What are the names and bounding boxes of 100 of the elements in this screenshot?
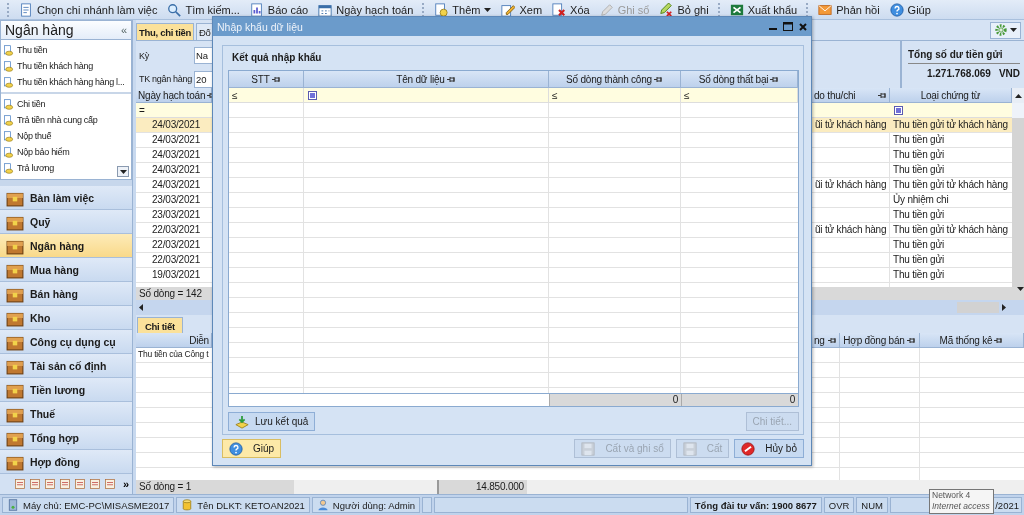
column-header[interactable]: ng	[812, 333, 840, 348]
module-button[interactable]: Bán hàng	[0, 282, 132, 306]
column-header[interactable]: Ngày hạch toán	[136, 88, 212, 103]
task-item[interactable]: Thu tiền khách hàng hàng l...	[1, 74, 125, 90]
panel-title: Ngân hàng	[5, 22, 74, 38]
filter-field[interactable]: =	[136, 103, 212, 118]
filter-field[interactable]: ≤	[229, 88, 304, 103]
total-cell: 0	[549, 394, 681, 406]
user-icon	[316, 499, 329, 511]
toolbar-button[interactable]: Tìm kiếm...	[163, 0, 244, 19]
dialog-title: Nhập khẩu dữ liệu	[217, 20, 303, 33]
filter-field[interactable]	[304, 88, 549, 103]
task-item[interactable]: Trả lương	[1, 160, 54, 176]
toolbar-button[interactable]: Báo cáo	[245, 0, 313, 19]
filter-checkbox[interactable]	[308, 91, 317, 100]
table-cell-text: 22/03/2021	[151, 223, 202, 237]
input-field[interactable]: 20	[193, 70, 212, 88]
pin-icon[interactable]	[994, 336, 1004, 344]
small-document-icon	[74, 478, 86, 490]
tab[interactable]: Thu, chi tiền	[136, 23, 195, 40]
task-item[interactable]: Thu tiền khách hàng	[1, 58, 93, 74]
filter-field[interactable]: ≤	[549, 88, 681, 103]
add-icon	[434, 2, 449, 17]
toolbar-button[interactable]: Chọn chi nhánh làm việc	[15, 0, 162, 19]
collapse-button[interactable]: «	[120, 24, 127, 36]
more-button[interactable]: »	[123, 478, 130, 490]
pin-icon[interactable]	[770, 75, 780, 83]
small-document-icon	[59, 478, 71, 490]
help-button[interactable]: Giúp	[222, 439, 282, 458]
task-item[interactable]: Chi tiền	[1, 96, 46, 112]
toolbar-button[interactable]: Phản hồi	[814, 0, 884, 19]
total-cell: 0	[681, 394, 798, 406]
scroll-down-button[interactable]	[117, 166, 129, 177]
table-cell-text: 22/03/2021	[151, 253, 202, 267]
report-icon	[249, 2, 264, 17]
currency: VND	[998, 68, 1020, 79]
document-icon	[3, 146, 14, 158]
module-button[interactable]: Kho	[0, 306, 132, 330]
filter-operator[interactable]: ≤	[229, 88, 241, 102]
column-header[interactable]: Số dòng thành công	[549, 71, 681, 88]
scrollbar-thumb[interactable]	[957, 302, 999, 313]
module-button[interactable]: Tiền lương	[0, 378, 132, 402]
toolbar-button[interactable]: Giúp	[885, 0, 935, 19]
table-cell-text: Thu tiền gửi	[892, 268, 945, 282]
module-button[interactable]: Quỹ	[0, 210, 132, 234]
cancel-icon	[741, 441, 756, 456]
column-header[interactable]: Tên dữ liệu	[304, 71, 549, 88]
column-header[interactable]: Hợp đồng bán	[840, 333, 920, 348]
maximize-icon[interactable]	[783, 22, 793, 31]
table-cell-text: Thu tiền gửi	[892, 148, 945, 162]
column-header[interactable]: Số dòng thất bại	[681, 71, 798, 88]
close-icon[interactable]	[799, 22, 807, 31]
settings-button[interactable]	[990, 21, 1021, 39]
toolbar-button[interactable]: Bỏ ghi	[655, 0, 713, 19]
task-item[interactable]: Trả tiền nhà cung cấp	[1, 112, 98, 128]
column-header[interactable]: do thu/chi	[812, 88, 890, 103]
toolbar-button[interactable]: Thêm	[430, 0, 496, 19]
filter-operator[interactable]: ≤	[681, 88, 693, 102]
toolbar-button[interactable]: Xem	[497, 0, 547, 19]
pin-icon[interactable]	[906, 336, 916, 344]
task-item[interactable]: Thu tiền	[1, 42, 48, 58]
table-cell-text: 24/03/2021	[151, 148, 202, 162]
module-button[interactable]: Tổng hợp	[0, 426, 132, 450]
task-item[interactable]: Nộp bảo hiểm	[1, 144, 70, 160]
filter-operator[interactable]: =	[136, 103, 148, 117]
column-header[interactable]: Mã thống kê	[920, 333, 1024, 348]
module-button[interactable]: Ngân hàng	[0, 234, 132, 258]
small-document-icon	[89, 478, 101, 490]
module-button[interactable]: Hợp đồng	[0, 450, 132, 474]
pin-icon[interactable]	[828, 336, 837, 344]
filter-checkbox[interactable]	[894, 106, 903, 115]
pin-icon[interactable]	[653, 75, 663, 83]
small-document-icon	[104, 478, 116, 490]
vertical-scrollbar[interactable]	[1012, 88, 1024, 287]
module-button[interactable]: Công cụ dụng cụ	[0, 330, 132, 354]
filter-field[interactable]	[890, 103, 1012, 118]
cancel-button[interactable]: Hủy bỏ	[734, 439, 804, 458]
document-icon	[3, 76, 14, 88]
filter-field[interactable]	[812, 103, 890, 118]
save-results-button[interactable]: Lưu kết quả	[228, 412, 316, 431]
column-header[interactable]: STT	[229, 71, 304, 88]
module-button[interactable]: Mua hàng	[0, 258, 132, 282]
input-field[interactable]: Na	[193, 47, 212, 65]
module-button[interactable]: Tài sản cố định	[0, 354, 132, 378]
pin-icon[interactable]	[446, 75, 456, 83]
hotline: Tổng đài tư vấn: 1900 8677	[689, 497, 822, 513]
toolbar-button[interactable]: Xóa	[548, 0, 594, 19]
document-icon	[3, 44, 14, 56]
module-button[interactable]: Thuế	[0, 402, 132, 426]
column-header[interactable]: Loại chứng từ	[890, 88, 1012, 103]
help-icon	[889, 2, 904, 17]
filter-operator[interactable]: ≤	[549, 88, 561, 102]
pin-icon[interactable]	[878, 91, 887, 99]
column-header[interactable]: Diễn	[136, 333, 212, 348]
task-item[interactable]: Nộp thuế	[1, 128, 52, 144]
status-text: Người dùng: Admin	[332, 499, 416, 511]
scrollbar-thumb[interactable]	[1012, 103, 1024, 118]
filter-field[interactable]: ≤	[681, 88, 798, 103]
pin-icon[interactable]	[271, 75, 281, 83]
module-button[interactable]: Bàn làm việc	[0, 186, 132, 210]
